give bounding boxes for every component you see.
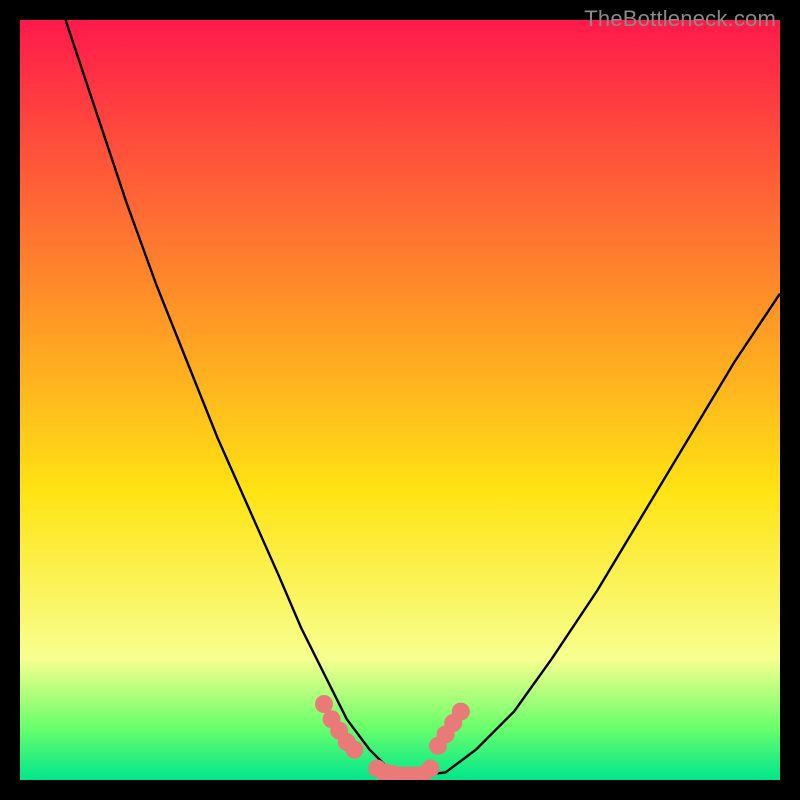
highlight-marker <box>345 741 363 759</box>
bottleneck-chart <box>20 20 780 780</box>
watermark-text: TheBottleneck.com <box>584 6 776 32</box>
highlight-marker <box>421 760 439 778</box>
highlight-marker <box>452 703 470 721</box>
gradient-background <box>20 20 780 780</box>
chart-frame <box>20 20 780 780</box>
